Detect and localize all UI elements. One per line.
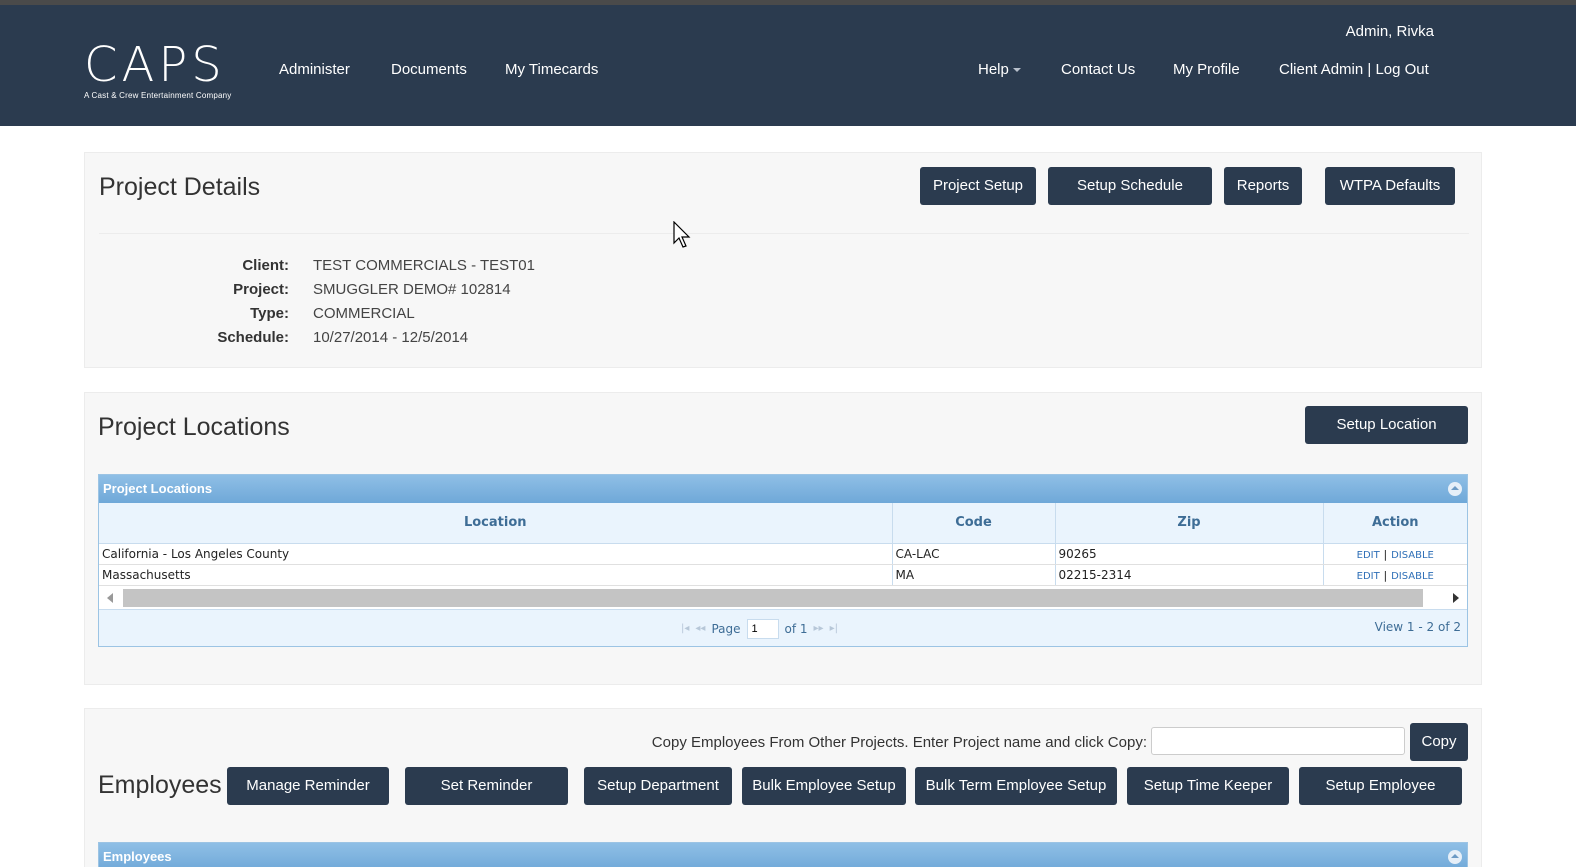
setup-location-button[interactable]: Setup Location bbox=[1305, 406, 1468, 444]
action-cell: EDIT | DISABLE bbox=[1323, 543, 1467, 565]
logo-wordmark: CAPS bbox=[84, 37, 226, 93]
wtpa-defaults-button[interactable]: WTPA Defaults bbox=[1325, 167, 1455, 205]
view-record-count: View 1 - 2 of 2 bbox=[1374, 619, 1461, 634]
page-number-input[interactable] bbox=[746, 618, 779, 639]
grid-caption-title: Project Locations bbox=[103, 481, 213, 496]
setup-department-button[interactable]: Setup Department bbox=[584, 767, 732, 805]
action-separator: | bbox=[1383, 547, 1388, 561]
zip-cell: 90265 bbox=[1055, 543, 1324, 565]
employees-grid: Employees bbox=[98, 842, 1468, 867]
nav-help-label: Help bbox=[978, 61, 1009, 78]
last-page-icon[interactable]: ▸| bbox=[830, 623, 838, 634]
first-page-icon[interactable]: |◂ bbox=[681, 623, 689, 634]
setup-employee-button[interactable]: Setup Employee bbox=[1299, 767, 1462, 805]
nav-my-timecards[interactable]: My Timecards bbox=[505, 61, 598, 78]
column-header-action[interactable]: Action bbox=[1323, 503, 1467, 544]
nav-help[interactable]: Help bbox=[978, 61, 1021, 78]
copy-project-input[interactable] bbox=[1151, 727, 1405, 755]
project-locations-title: Project Locations bbox=[98, 413, 290, 441]
table-row[interactable]: California - Los Angeles County CA-LAC 9… bbox=[99, 543, 1467, 565]
mouse-cursor-icon bbox=[673, 221, 691, 248]
locations-table: Location Code Zip Action California - Lo… bbox=[99, 503, 1467, 586]
scroll-right-icon[interactable] bbox=[1453, 592, 1459, 603]
logo-tagline: A Cast & Crew Entertainment Company bbox=[84, 91, 232, 100]
column-header-location[interactable]: Location bbox=[99, 503, 893, 544]
schedule-label: Schedule: bbox=[217, 329, 289, 346]
set-reminder-button[interactable]: Set Reminder bbox=[405, 767, 568, 805]
project-details-title: Project Details bbox=[99, 173, 261, 201]
app-header: CAPS A Cast & Crew Entertainment Company… bbox=[0, 5, 1576, 126]
horizontal-scrollbar[interactable] bbox=[99, 585, 1467, 610]
type-label: Type: bbox=[250, 305, 289, 322]
code-cell: CA-LAC bbox=[892, 543, 1056, 565]
scrollbar-thumb[interactable] bbox=[123, 588, 1423, 607]
client-value: TEST COMMERCIALS - TEST01 bbox=[313, 257, 535, 274]
action-cell: EDIT | DISABLE bbox=[1323, 564, 1467, 586]
grid-caption-title: Employees bbox=[103, 849, 172, 864]
copy-button[interactable]: Copy bbox=[1410, 723, 1468, 761]
zip-cell: 02215-2314 bbox=[1055, 564, 1324, 586]
chevron-down-icon bbox=[1012, 68, 1021, 73]
page-label: Page bbox=[711, 621, 741, 636]
project-locations-panel: Project Locations Setup Location Project… bbox=[84, 392, 1482, 685]
nav-client-admin-logout[interactable]: Client Admin | Log Out bbox=[1279, 61, 1429, 78]
prev-page-icon[interactable]: ◂◂ bbox=[695, 623, 705, 634]
collapse-icon[interactable] bbox=[1448, 482, 1462, 496]
nav-documents[interactable]: Documents bbox=[391, 61, 467, 78]
collapse-icon[interactable] bbox=[1448, 850, 1462, 864]
project-details-panel: Project Details Project Setup Setup Sche… bbox=[84, 152, 1482, 368]
edit-link[interactable]: EDIT bbox=[1357, 550, 1380, 561]
setup-schedule-button[interactable]: Setup Schedule bbox=[1048, 167, 1212, 205]
bulk-term-employee-setup-button[interactable]: Bulk Term Employee Setup bbox=[915, 767, 1117, 805]
project-locations-grid: Project Locations Location Code Zip Acti… bbox=[98, 474, 1468, 647]
nav-my-profile[interactable]: My Profile bbox=[1173, 61, 1240, 78]
current-user: Admin, Rivka bbox=[1345, 23, 1434, 40]
column-header-zip[interactable]: Zip bbox=[1055, 503, 1324, 544]
action-separator: | bbox=[1383, 568, 1388, 582]
reports-button[interactable]: Reports bbox=[1224, 167, 1302, 205]
type-value: COMMERCIAL bbox=[313, 305, 415, 322]
client-label: Client: bbox=[242, 257, 289, 274]
bulk-employee-setup-button[interactable]: Bulk Employee Setup bbox=[742, 767, 906, 805]
grid-caption: Employees bbox=[99, 843, 1467, 867]
code-cell: MA bbox=[892, 564, 1056, 586]
nav-contact-us[interactable]: Contact Us bbox=[1061, 61, 1135, 78]
employees-title: Employees bbox=[98, 771, 222, 799]
copy-employees-instructions: Copy Employees From Other Projects. Ente… bbox=[651, 734, 1147, 751]
employees-panel: Copy Employees From Other Projects. Ente… bbox=[84, 708, 1482, 867]
section-divider bbox=[99, 233, 1469, 234]
next-page-icon[interactable]: ▸▸ bbox=[814, 623, 824, 634]
nav-administer[interactable]: Administer bbox=[279, 61, 350, 78]
setup-time-keeper-button[interactable]: Setup Time Keeper bbox=[1127, 767, 1289, 805]
grid-pager: |◂ ◂◂ Page of 1 ▸▸ ▸| View 1 - 2 of 2 bbox=[99, 609, 1467, 646]
project-value: SMUGGLER DEMO# 102814 bbox=[313, 281, 511, 298]
table-row[interactable]: Massachusetts MA 02215-2314 EDIT | DISAB… bbox=[99, 564, 1467, 586]
edit-link[interactable]: EDIT bbox=[1357, 571, 1380, 582]
project-label: Project: bbox=[233, 281, 289, 298]
project-setup-button[interactable]: Project Setup bbox=[920, 167, 1036, 205]
disable-link[interactable]: DISABLE bbox=[1391, 571, 1434, 582]
column-header-code[interactable]: Code bbox=[892, 503, 1056, 544]
grid-caption: Project Locations bbox=[99, 475, 1467, 503]
pager-controls: |◂ ◂◂ Page of 1 ▸▸ ▸| bbox=[681, 618, 838, 639]
location-cell: California - Los Angeles County bbox=[99, 543, 893, 565]
caps-logo[interactable]: CAPS A Cast & Crew Entertainment Company bbox=[84, 41, 232, 100]
manage-reminder-button[interactable]: Manage Reminder bbox=[227, 767, 389, 805]
scroll-left-icon[interactable] bbox=[107, 592, 113, 603]
schedule-value: 10/27/2014 - 12/5/2014 bbox=[313, 329, 469, 346]
disable-link[interactable]: DISABLE bbox=[1391, 550, 1434, 561]
location-cell: Massachusetts bbox=[99, 564, 893, 586]
page-total: of 1 bbox=[784, 621, 808, 636]
